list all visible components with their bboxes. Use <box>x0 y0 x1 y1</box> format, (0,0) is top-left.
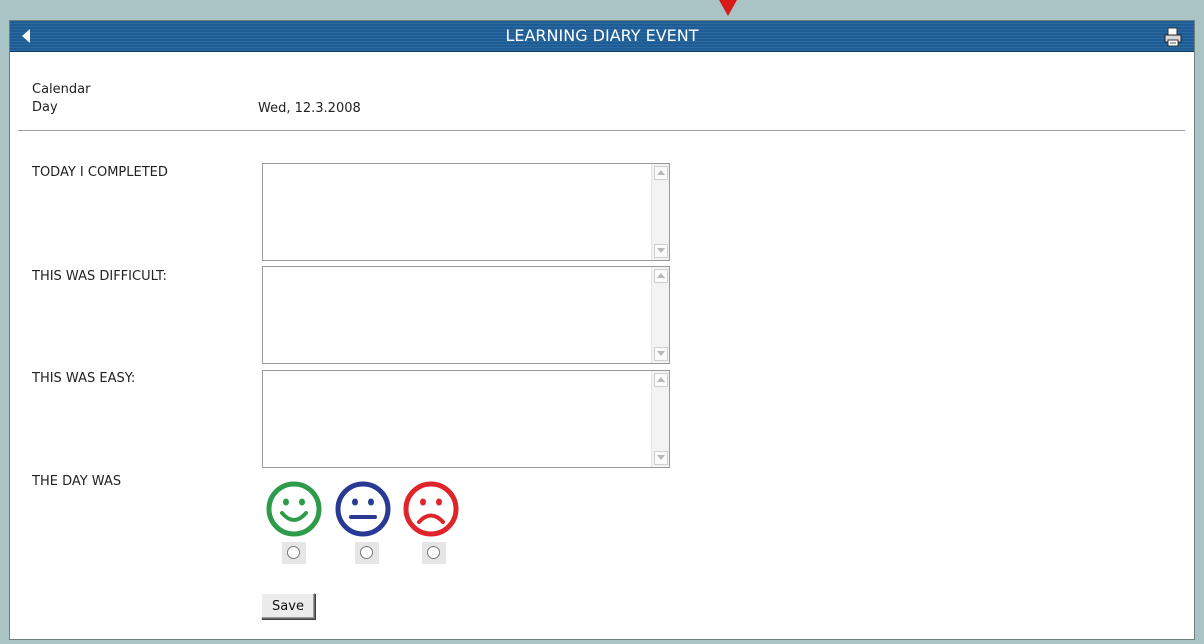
printer-icon[interactable] <box>1162 27 1184 47</box>
easy-field[interactable] <box>263 371 651 467</box>
scroll-down-icon[interactable] <box>654 451 668 465</box>
neutral-radio[interactable] <box>360 546 373 559</box>
title-bar: LEARNING DIARY EVENT <box>10 21 1194 52</box>
happy-radio[interactable] <box>287 546 300 559</box>
scroll-down-icon[interactable] <box>654 347 668 361</box>
today-completed-field[interactable] <box>263 164 651 260</box>
sad-face-icon <box>403 481 459 537</box>
rating-option-happy <box>282 542 306 564</box>
sad-radio[interactable] <box>427 546 440 559</box>
red-pointer-marker <box>719 0 737 16</box>
easy-field-frame <box>262 370 670 468</box>
scroll-down-icon[interactable] <box>654 244 668 258</box>
learning-diary-window: LEARNING DIARY EVENT Calendar Day Wed, 1… <box>9 20 1195 640</box>
scrollbar[interactable] <box>651 164 669 260</box>
calendar-day-value: Wed, 12.3.2008 <box>258 101 361 116</box>
today-completed-field-frame <box>262 163 670 261</box>
rating-option-neutral <box>355 542 379 564</box>
scroll-up-icon[interactable] <box>654 166 668 180</box>
difficult-field[interactable] <box>263 267 651 363</box>
page-title: LEARNING DIARY EVENT <box>505 26 699 45</box>
calendar-day-label: Calendar Day <box>32 82 91 115</box>
easy-label: THIS WAS EASY: <box>32 371 136 386</box>
neutral-face-icon <box>335 481 391 537</box>
difficult-label: THIS WAS DIFFICULT: <box>32 269 167 284</box>
difficult-field-frame <box>262 266 670 364</box>
divider <box>18 130 1185 131</box>
scrollbar[interactable] <box>651 267 669 363</box>
save-button[interactable]: Save <box>261 593 315 619</box>
scroll-up-icon[interactable] <box>654 373 668 387</box>
scrollbar[interactable] <box>651 371 669 467</box>
rating-option-sad <box>422 542 446 564</box>
day-was-label: THE DAY WAS <box>32 474 122 489</box>
happy-face-icon <box>266 481 322 537</box>
scroll-up-icon[interactable] <box>654 269 668 283</box>
today-completed-label: TODAY I COMPLETED <box>32 165 168 180</box>
